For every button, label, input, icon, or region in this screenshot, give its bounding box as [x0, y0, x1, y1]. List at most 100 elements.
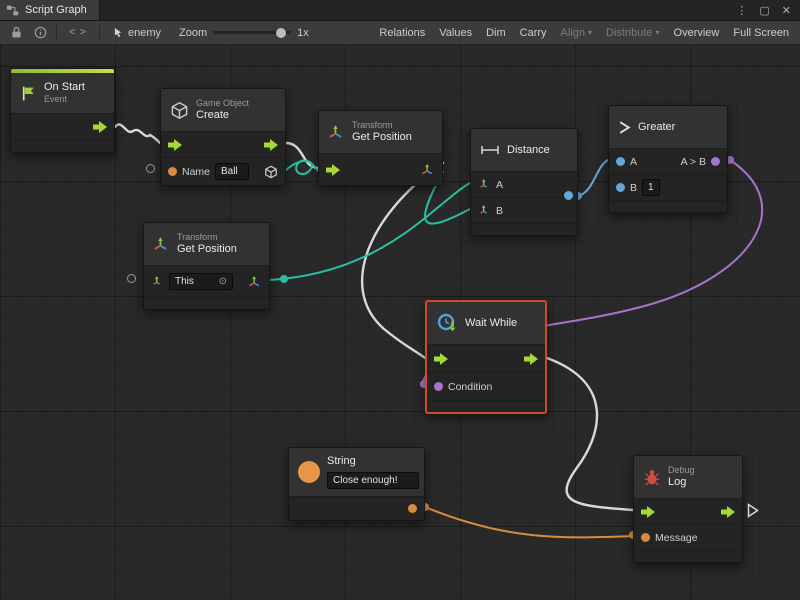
wire-string-to-log-message[interactable]	[425, 507, 633, 537]
vector3-in-port-icon[interactable]	[478, 204, 491, 217]
graph-toolbar: < > enemy Zoom 1x Relations Values Dim C…	[0, 21, 800, 45]
empty-port-ring[interactable]	[127, 274, 136, 283]
flow-in-arrow-icon[interactable]	[326, 164, 340, 176]
window-close-icon[interactable]: ✕	[782, 4, 791, 17]
node-title: On Start	[44, 81, 85, 94]
node-category: Transform	[177, 232, 237, 243]
teal-wire-bead	[280, 275, 288, 283]
distribute-button[interactable]: Distribute ▾	[599, 23, 666, 43]
flow-in-arrow-icon[interactable]	[168, 139, 182, 151]
lock-icon[interactable]	[4, 23, 28, 43]
string-out-port[interactable]	[408, 504, 417, 513]
transform-in-port-icon[interactable]	[151, 275, 164, 288]
zoom-label: Zoom	[179, 27, 207, 39]
node-category: Transform	[352, 120, 412, 131]
flow-in-arrow-icon[interactable]	[434, 353, 448, 365]
float-out-port[interactable]	[564, 191, 573, 200]
transform-icon	[153, 236, 170, 253]
node-gameobject-create[interactable]: Game Object Create Name Ba	[160, 88, 286, 186]
b-value-field[interactable]: 1	[642, 179, 660, 196]
carry-button[interactable]: Carry	[513, 23, 554, 43]
align-button[interactable]: Align ▾	[554, 23, 599, 43]
node-subtitle: Event	[44, 94, 85, 105]
node-distance[interactable]: Distance A B	[470, 128, 578, 236]
port-label: Condition	[448, 381, 492, 393]
port-label: Name	[182, 166, 210, 178]
float-in-port[interactable]	[616, 183, 625, 192]
tab-script-graph[interactable]: Script Graph	[0, 0, 100, 20]
graph-name[interactable]: enemy	[104, 27, 171, 39]
greater-icon	[618, 120, 631, 135]
node-title: Greater	[638, 121, 675, 133]
name-input-field[interactable]: Ball	[215, 163, 249, 180]
cube-icon	[170, 101, 189, 120]
bool-out-port[interactable]	[711, 157, 720, 166]
wire-gameobject-create-loop[interactable]	[286, 160, 318, 174]
graph-icon	[6, 4, 19, 17]
flow-out-arrow-icon[interactable]	[264, 139, 278, 151]
node-get-position-2[interactable]: Transform Get Position This ⊙	[143, 222, 270, 310]
dropdown-arrow-icon: ▾	[588, 28, 592, 37]
graph-name-label: enemy	[128, 27, 161, 39]
string-icon	[298, 461, 320, 483]
vector3-out-port-icon[interactable]	[421, 163, 435, 177]
flow-out-arrow-icon[interactable]	[721, 506, 735, 518]
output-label: A > B	[681, 156, 706, 168]
node-title: Distance	[507, 144, 550, 156]
string-in-port[interactable]	[641, 533, 650, 542]
bool-in-port[interactable]	[434, 382, 443, 391]
node-title: Log	[668, 476, 695, 489]
graph-canvas[interactable]: On Start Event Game Object	[0, 45, 800, 600]
empty-port-ring[interactable]	[146, 164, 155, 173]
wire-flow-create-to-getposition1[interactable]	[286, 143, 318, 168]
node-title: Create	[196, 109, 249, 122]
vector3-out-port-icon[interactable]	[248, 275, 262, 289]
wire-vector-getposition2-to-distance-a[interactable]	[270, 183, 470, 280]
string-value-field[interactable]: Close enough!	[327, 472, 419, 489]
node-get-position-1[interactable]: Transform Get Position	[318, 110, 443, 186]
overview-button[interactable]: Overview	[667, 23, 727, 43]
node-title: Wait While	[465, 317, 517, 329]
info-icon[interactable]	[28, 23, 52, 43]
string-input-port[interactable]	[168, 167, 177, 176]
values-button[interactable]: Values	[432, 23, 479, 43]
node-string[interactable]: String Close enough!	[288, 447, 425, 521]
node-category: Debug	[668, 465, 695, 476]
window-maximize-icon[interactable]: ▢	[759, 4, 769, 17]
vector3-in-port-icon[interactable]	[478, 178, 491, 191]
flow-out-arrow-icon[interactable]	[93, 121, 107, 133]
float-in-port[interactable]	[616, 157, 625, 166]
object-picker-icon[interactable]: ⊙	[213, 275, 227, 288]
fullscreen-button[interactable]: Full Screen	[726, 23, 796, 43]
play-triangle-icon[interactable]	[747, 503, 759, 523]
this-input-field[interactable]: This ⊙	[169, 273, 233, 290]
port-label: A	[496, 179, 503, 191]
node-title: Get Position	[352, 131, 412, 144]
wire-float-distance-to-greater-a[interactable]	[578, 160, 608, 196]
edit-source-icon[interactable]: < >	[61, 23, 95, 43]
flow-out-arrow-icon[interactable]	[524, 353, 538, 365]
bug-icon	[643, 468, 661, 486]
wait-clock-icon	[436, 312, 458, 334]
zoom-slider[interactable]	[213, 31, 291, 34]
window-menu-icon[interactable]: ⋮	[736, 4, 747, 17]
node-title: Get Position	[177, 243, 237, 256]
cursor-icon	[114, 27, 123, 38]
port-label: B	[496, 205, 503, 217]
node-wait-while[interactable]: Wait While Condition	[425, 300, 547, 414]
node-greater[interactable]: Greater A A > B B 1	[608, 105, 728, 213]
wire-flow-onstart-to-create[interactable]	[115, 124, 160, 143]
relations-button[interactable]: Relations	[372, 23, 432, 43]
node-debug-log[interactable]: Debug Log Message	[633, 455, 743, 563]
zoom-slider-handle[interactable]	[276, 28, 286, 38]
title-bar: Script Graph ⋮ ▢ ✕	[0, 0, 800, 21]
wire-flow-waitwhile-to-log[interactable]	[547, 358, 633, 510]
tab-label: Script Graph	[25, 4, 87, 16]
gameobject-out-port-cube-icon[interactable]	[264, 165, 278, 179]
flow-in-arrow-icon[interactable]	[641, 506, 655, 518]
dropdown-arrow-icon: ▾	[656, 28, 660, 37]
node-on-start-event[interactable]: On Start Event	[10, 68, 115, 153]
dim-button[interactable]: Dim	[479, 23, 513, 43]
distance-icon	[480, 144, 500, 156]
flag-icon	[20, 85, 37, 102]
